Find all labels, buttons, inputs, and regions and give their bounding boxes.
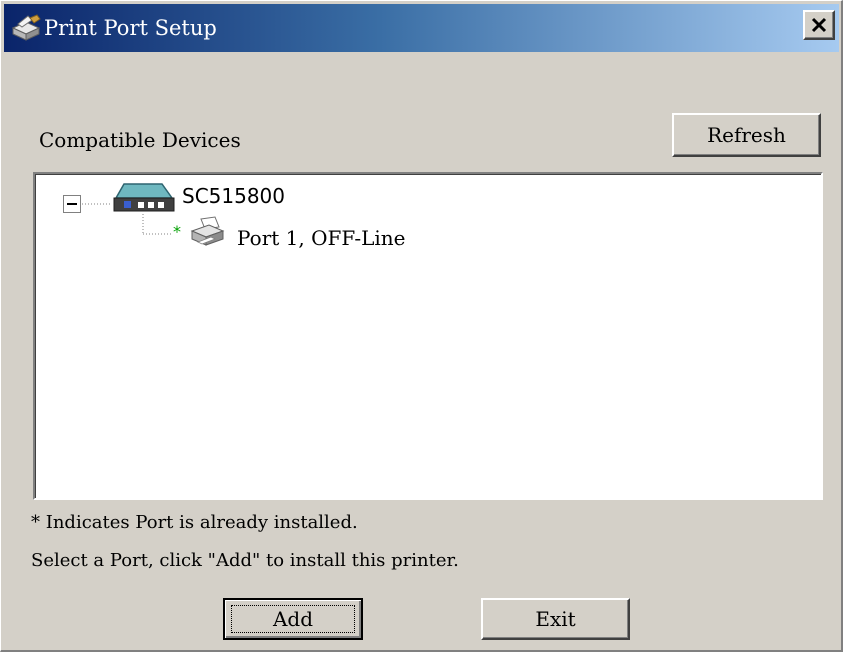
device-tree[interactable]: SC515800 * Port 1, OFF-Line <box>33 172 823 500</box>
installed-marker: * <box>173 222 181 241</box>
print-port-setup-dialog: Print Port Setup Compatible Devices Refr… <box>0 0 843 652</box>
printer-icon[interactable] <box>189 215 225 247</box>
exit-button-label: Exit <box>535 607 576 631</box>
refresh-button-label: Refresh <box>707 123 786 147</box>
instruction-note: Select a Port, click "Add" to install th… <box>31 550 459 571</box>
title-bar[interactable]: Print Port Setup <box>4 4 839 52</box>
close-x-icon <box>811 17 827 33</box>
device-name[interactable]: SC515800 <box>182 182 285 210</box>
printer-wrench-icon <box>11 14 41 41</box>
print-server-icon[interactable] <box>110 180 176 214</box>
installed-note: * Indicates Port is already installed. <box>31 512 358 533</box>
close-button[interactable] <box>803 10 835 40</box>
refresh-button[interactable]: Refresh <box>672 113 821 157</box>
focus-rectangle <box>231 605 355 633</box>
add-button[interactable]: Add <box>223 598 363 640</box>
window-title: Print Port Setup <box>44 16 217 40</box>
compatible-devices-label: Compatible Devices <box>39 128 241 152</box>
exit-button[interactable]: Exit <box>481 598 630 640</box>
collapse-toggle[interactable] <box>63 195 81 213</box>
port-item-label[interactable]: Port 1, OFF-Line <box>237 224 406 252</box>
